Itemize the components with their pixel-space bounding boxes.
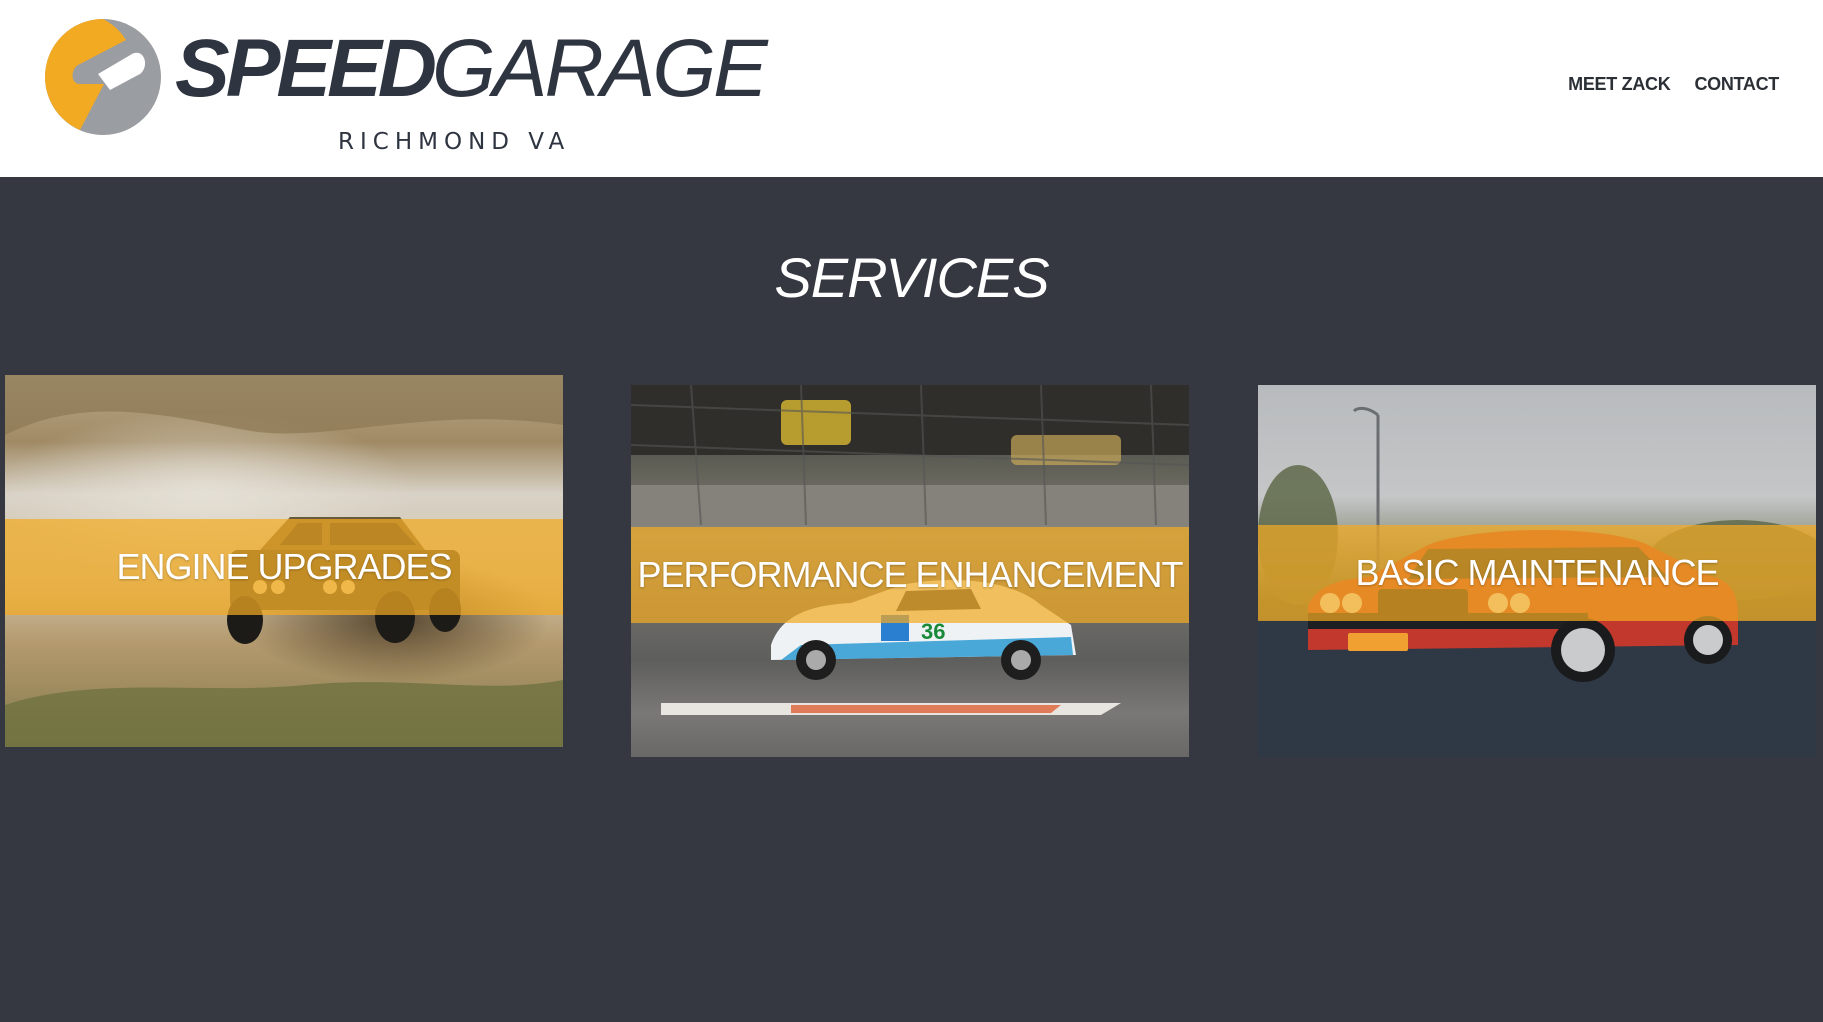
service-label: PERFORMANCE ENHANCEMENT xyxy=(637,554,1183,595)
nav-contact[interactable]: CONTACT xyxy=(1694,74,1779,95)
service-label: ENGINE UPGRADES xyxy=(116,546,452,587)
service-band: BASIC MAINTENANCE xyxy=(1258,525,1816,621)
services-title: SERVICES xyxy=(774,246,1049,309)
main-nav: MEET ZACK CONTACT xyxy=(1568,74,1779,95)
logo-s-icon xyxy=(45,19,161,135)
site-header: SPEED GARAGE RICHMOND VA MEET ZACK CONTA… xyxy=(0,0,1823,177)
service-label: BASIC MAINTENANCE xyxy=(1355,552,1719,593)
logo-speed-text: SPEED xyxy=(175,23,437,114)
service-band: PERFORMANCE ENHANCEMENT xyxy=(631,527,1189,623)
service-card-performance-enhancement[interactable]: 36 PERFORMANCE ENHANCEMENT xyxy=(631,385,1189,757)
logo-location-text: RICHMOND VA xyxy=(338,129,571,155)
logo[interactable]: SPEED GARAGE RICHMOND VA xyxy=(40,14,768,164)
nav-meet-zack[interactable]: MEET ZACK xyxy=(1568,74,1671,95)
logo-garage-text: GARAGE xyxy=(432,23,768,114)
service-card-engine-upgrades[interactable]: ENGINE UPGRADES xyxy=(5,375,563,747)
service-card-basic-maintenance[interactable]: BASIC MAINTENANCE xyxy=(1258,385,1816,757)
service-band: ENGINE UPGRADES xyxy=(5,519,563,615)
